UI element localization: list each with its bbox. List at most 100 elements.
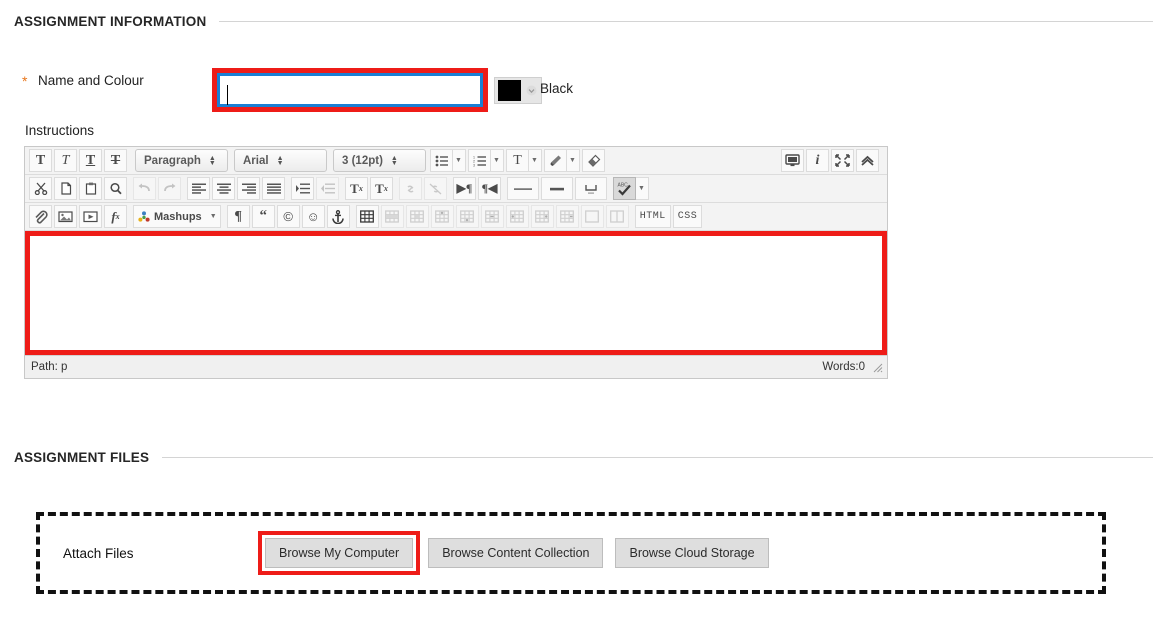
undo-icon[interactable] <box>133 177 156 200</box>
media-group: fx <box>28 205 128 228</box>
mashups-chevron-down-icon[interactable]: ▼ <box>206 205 221 228</box>
remove-link-icon[interactable] <box>424 177 447 200</box>
align-center-icon[interactable] <box>212 177 235 200</box>
attach-files-label: Attach Files <box>63 545 134 561</box>
underline-icon[interactable]: T <box>79 149 102 172</box>
nonbreaking-space-icon[interactable] <box>575 177 607 200</box>
fullscreen-icon[interactable] <box>831 149 854 172</box>
table-cell-properties-icon[interactable] <box>405 205 429 228</box>
delete-row-icon[interactable] <box>480 205 504 228</box>
insert-image-icon[interactable] <box>54 205 77 228</box>
bold-icon[interactable]: T <box>29 149 52 172</box>
html-source-button[interactable]: HTML <box>634 205 671 228</box>
source-code-group: HTML CSS <box>634 205 704 228</box>
font-size-select[interactable]: 3 (12pt) ▲ ▼ <box>333 149 426 172</box>
insert-special-group <box>506 177 608 200</box>
attach-paperclip-icon[interactable] <box>29 205 52 228</box>
insert-column-after-icon[interactable] <box>530 205 554 228</box>
find-search-icon[interactable] <box>104 177 127 200</box>
insert-row-after-icon[interactable] <box>455 205 479 228</box>
outdent-icon[interactable] <box>316 177 339 200</box>
split-cell-icon[interactable] <box>605 205 629 228</box>
highlighter-chevron-down-icon[interactable]: ▼ <box>566 149 580 172</box>
svg-text:3: 3 <box>473 163 475 166</box>
name-input-annotation-highlight <box>212 68 488 112</box>
pilcrow-icon[interactable]: ¶ <box>226 205 250 228</box>
insert-table-icon[interactable] <box>355 205 379 228</box>
mashups-button[interactable]: Mashups <box>133 205 209 228</box>
italic-icon[interactable]: T <box>54 149 77 172</box>
spellcheck-chevron-down-icon[interactable]: ▼ <box>635 177 649 200</box>
text-color-chevron-down-icon[interactable]: ▼ <box>528 149 542 172</box>
indent-group <box>290 177 340 200</box>
instructions-label: Instructions <box>25 123 95 138</box>
anchor-icon[interactable] <box>326 205 350 228</box>
insert-link-icon[interactable] <box>399 177 422 200</box>
bullet-list-icon[interactable] <box>430 149 453 172</box>
paragraph-style-select[interactable]: Paragraph ▲ ▼ <box>135 149 228 172</box>
align-right-icon[interactable] <box>237 177 260 200</box>
chevron-down-icon[interactable] <box>521 78 541 103</box>
numbered-list-chevron-down-icon[interactable]: ▼ <box>490 149 504 172</box>
preview-monitor-icon[interactable] <box>781 149 804 172</box>
browse-cloud-storage-button[interactable]: Browse Cloud Storage <box>615 538 769 568</box>
indent-icon[interactable] <box>291 177 314 200</box>
paragraph-style-value: Paragraph <box>144 154 201 167</box>
align-left-icon[interactable] <box>187 177 210 200</box>
blockquote-icon[interactable]: “ <box>251 205 275 228</box>
strikethrough-icon[interactable]: T <box>104 149 127 172</box>
insert-video-icon[interactable] <box>79 205 102 228</box>
header-divider-rule <box>219 21 1153 22</box>
insert-row-before-icon[interactable] <box>430 205 454 228</box>
symbols-group: ¶ “ © ☺ <box>226 205 351 228</box>
text-color-icon[interactable]: T <box>506 149 529 172</box>
paste-clipboard-icon[interactable] <box>79 177 102 200</box>
header-divider-rule <box>162 457 1153 458</box>
collapse-chevron-up-icon[interactable] <box>856 149 879 172</box>
merge-cells-icon[interactable] <box>580 205 604 228</box>
colour-picker-control[interactable] <box>494 77 542 104</box>
horizontal-rule-icon[interactable] <box>507 177 539 200</box>
superscript-icon[interactable]: Tx <box>345 177 368 200</box>
link-group <box>398 177 448 200</box>
align-justify-icon[interactable] <box>262 177 285 200</box>
stepper-arrows-icon: ▲ ▼ <box>390 154 398 167</box>
mashups-icon <box>138 210 150 222</box>
editor-view-group: i <box>780 149 880 172</box>
table-row-properties-icon[interactable] <box>380 205 404 228</box>
ltr-direction-icon[interactable]: ▶¶ <box>453 177 476 200</box>
copyright-icon[interactable]: © <box>276 205 300 228</box>
redo-icon[interactable] <box>158 177 181 200</box>
css-source-button[interactable]: CSS <box>672 205 703 228</box>
editor-content-area[interactable] <box>30 236 882 350</box>
name-input[interactable] <box>217 73 483 107</box>
info-icon[interactable]: i <box>806 149 829 172</box>
browse-my-computer-button[interactable]: Browse My Computer <box>265 538 414 568</box>
math-formula-icon[interactable]: fx <box>104 205 127 228</box>
colour-swatch[interactable] <box>498 80 521 101</box>
bullet-list-chevron-down-icon[interactable]: ▼ <box>452 149 466 172</box>
numbered-list-icon[interactable]: 123 <box>468 149 491 172</box>
delete-column-icon[interactable] <box>555 205 579 228</box>
editor-toolbar-row-2: Tx Tx ▶¶ ¶◀ ABC ▼ <box>25 175 887 203</box>
cut-scissors-icon[interactable] <box>29 177 52 200</box>
browse-content-collection-button[interactable]: Browse Content Collection <box>428 538 604 568</box>
font-family-select[interactable]: Arial ▲ ▼ <box>234 149 327 172</box>
emoticon-icon[interactable]: ☺ <box>301 205 325 228</box>
eraser-icon[interactable] <box>582 149 605 172</box>
editor-resize-grip[interactable] <box>871 361 883 373</box>
assignment-form-page: ASSIGNMENT INFORMATION * Name and Colour… <box>0 0 1155 628</box>
direction-group: ▶¶ ¶◀ <box>452 177 502 200</box>
editor-toolbar-row-1: T T T T Paragraph ▲ ▼ Arial ▲ ▼ 3 (12pt) ▲… <box>25 147 887 175</box>
em-dash-icon[interactable] <box>541 177 573 200</box>
name-input-wrapper <box>217 73 483 107</box>
subscript-icon[interactable]: Tx <box>370 177 393 200</box>
editor-path-status: Path: p <box>31 361 68 373</box>
highlighter-icon[interactable] <box>544 149 567 172</box>
insert-column-before-icon[interactable] <box>505 205 529 228</box>
editor-word-count: Words:0 <box>822 361 865 373</box>
editor-body-annotation-highlight <box>25 231 887 355</box>
spellcheck-abc-icon[interactable]: ABC <box>613 177 636 200</box>
copy-page-icon[interactable] <box>54 177 77 200</box>
rtl-direction-icon[interactable]: ¶◀ <box>478 177 501 200</box>
